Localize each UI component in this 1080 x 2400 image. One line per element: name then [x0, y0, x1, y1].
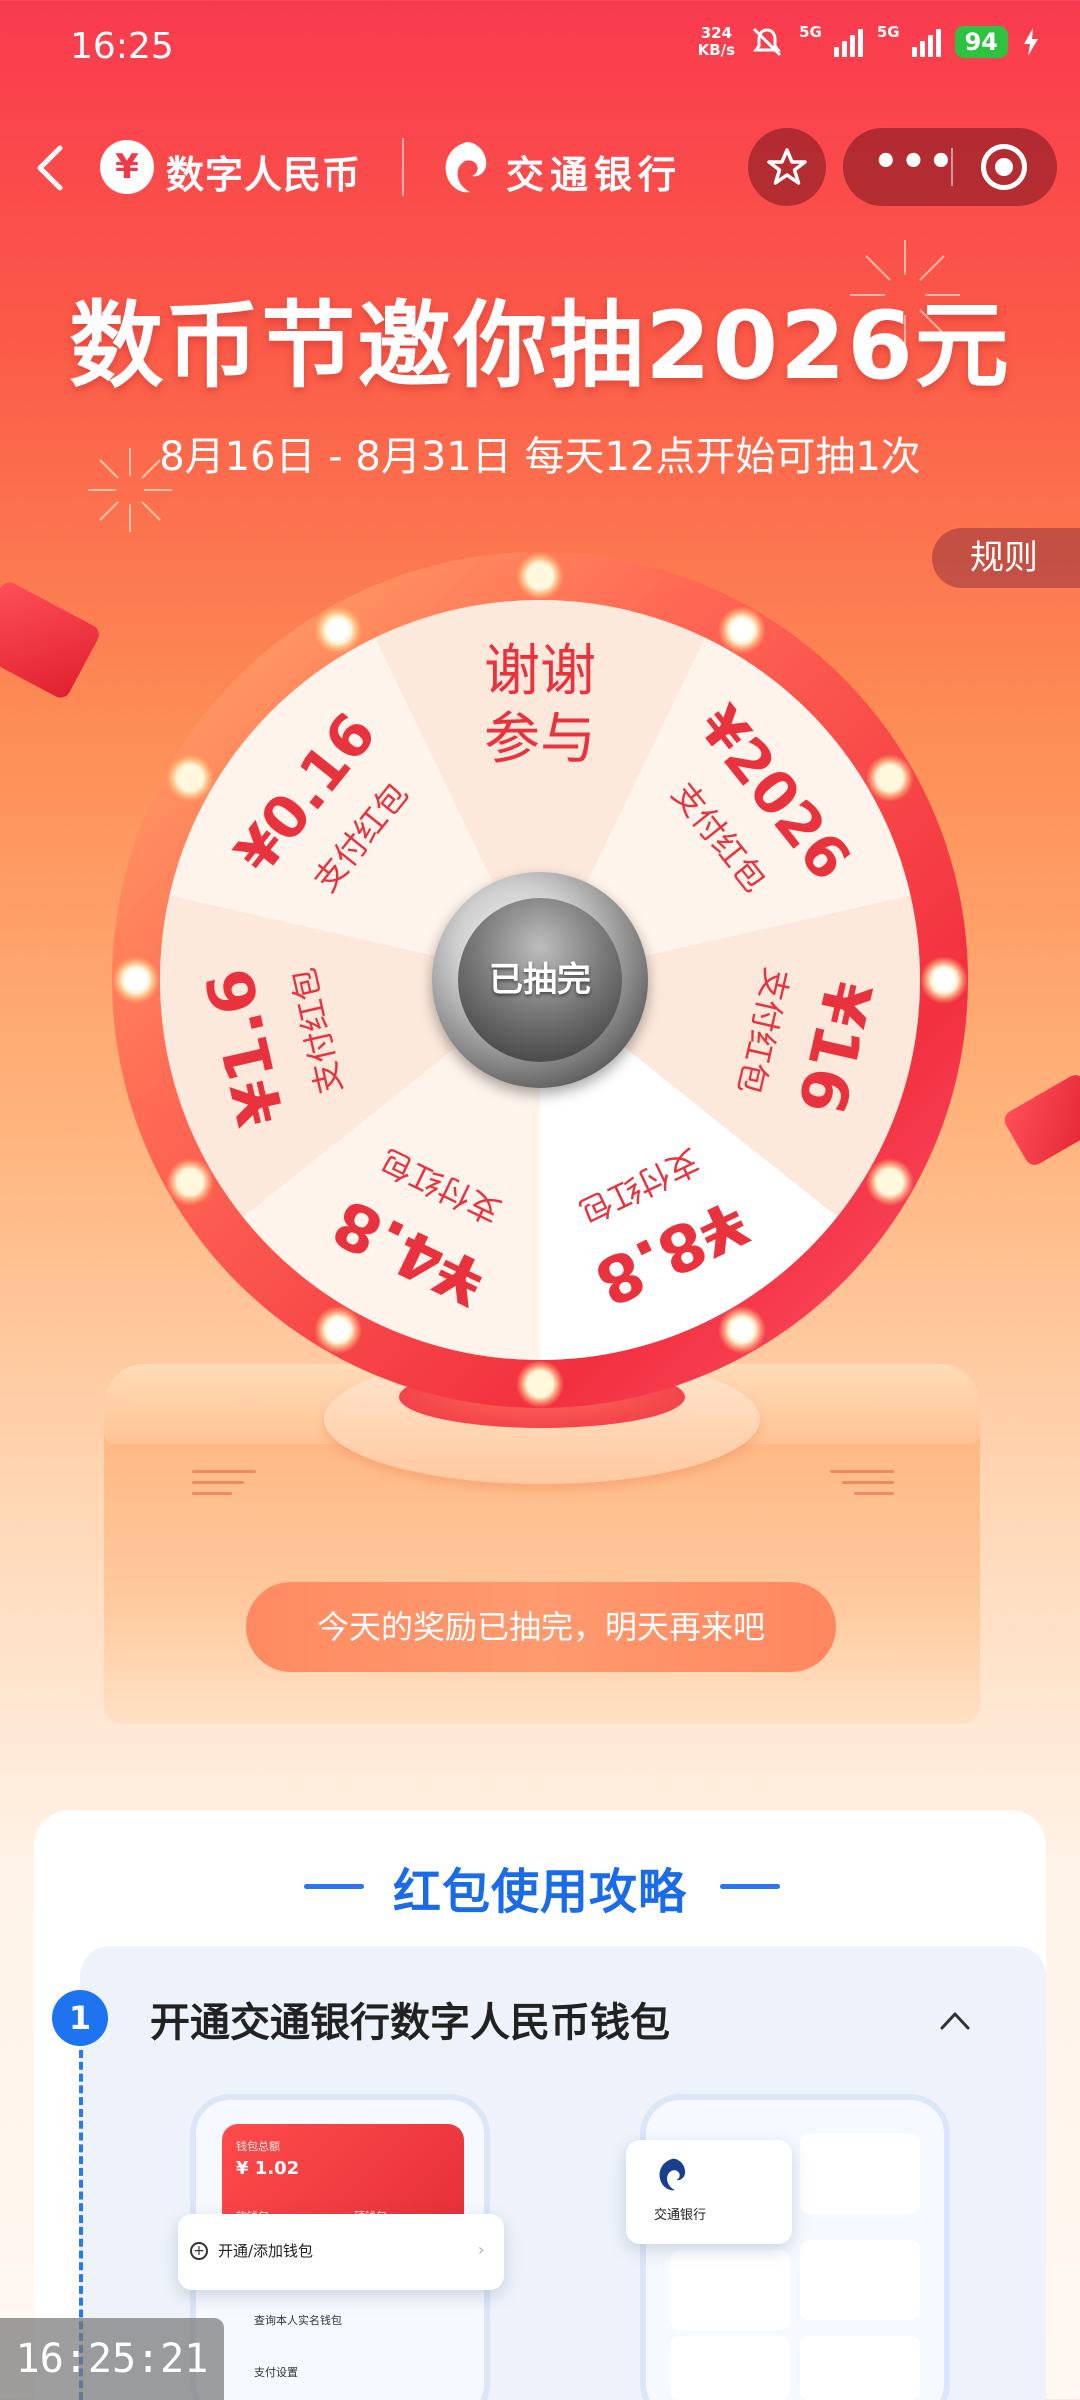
status-bar: 16:25 324 KB/s 5G 5G 94 [0, 0, 1080, 100]
mock-bank-tile [670, 2250, 790, 2330]
mock-pay-settings-row: 支付设置 [254, 2366, 298, 2379]
rim-bulb [878, 767, 901, 789]
chevron-right-icon: › [478, 2240, 485, 2259]
rim-bulb [529, 1373, 551, 1395]
mini-program-capsule: ••• [843, 128, 1057, 206]
step-title[interactable]: 开通交通银行数字人民币钱包 [150, 1990, 670, 2048]
chevron-up-icon[interactable] [938, 2004, 972, 2038]
draw-button-label: 已抽完 [489, 960, 591, 1000]
signal-icon-2 [911, 27, 941, 57]
more-icon[interactable]: ••• [873, 128, 954, 206]
rim-bulb [327, 1318, 349, 1341]
mock-bank-tile [800, 2240, 920, 2320]
prize-wheel: 谢谢 参与 ¥2026 支付红包 ¥16 支付红包 ¥8.8 支付红包 ¥4.8 支付红包 ¥1.6… [110, 550, 970, 1410]
mock-open-wallet-popup: + 开通/添加钱包 › [178, 2214, 504, 2290]
draw-status-message: 今天的奖励已抽完，明天再来吧 [246, 1582, 836, 1672]
nav-bar: ¥ 数字人民币 交通银行 ••• [0, 120, 1080, 215]
star-icon [767, 148, 807, 185]
rim-bulb [327, 619, 349, 642]
red-envelope-decoration [0, 578, 103, 702]
page-title: 数币节邀你抽2026元 [69, 292, 1011, 401]
rim-bulb [731, 1318, 753, 1341]
event-dates: 8月16日 - 8月31日 每天12点开始可抽1次 [159, 434, 921, 480]
back-icon[interactable] [30, 138, 70, 198]
charging-icon [1024, 28, 1038, 56]
bank-logo-icon [445, 142, 487, 193]
screen-record-timestamp: 16:25:21 [0, 2318, 224, 2400]
status-time: 16:25 [70, 26, 174, 67]
red-envelope-decoration-2 [1001, 1071, 1080, 1169]
pedestal-lines-left [192, 1470, 256, 1500]
thanks-label-top: 谢谢 [484, 639, 596, 704]
mock-bank-tile [800, 2336, 920, 2400]
rim-bulb [179, 1171, 202, 1193]
rim-bulb [878, 1171, 901, 1193]
mock-bank-card: 交通银行 [626, 2140, 792, 2244]
capsule-divider [951, 148, 953, 186]
mute-bell-icon [753, 27, 782, 57]
ecny-logo: ¥ [100, 140, 154, 194]
rim-bulb [179, 767, 202, 789]
title-deco-right [720, 1884, 780, 1889]
rim-bulb [933, 969, 955, 991]
draw-button[interactable]: 已抽完 [432, 872, 648, 1088]
step-number-badge: 1 [52, 1990, 108, 2046]
ecny-brand-name: 数字人民币 [166, 153, 362, 197]
favorite-button[interactable] [748, 128, 826, 206]
nav-divider [402, 138, 404, 196]
rim-bulb [125, 969, 147, 991]
mock-realname-row: 查询本人实名钱包 [254, 2314, 342, 2327]
pedestal-lines-right [830, 1470, 894, 1500]
bank-name: 交通银行 [506, 152, 683, 197]
guide-title: 红包使用攻略 [392, 1864, 687, 1920]
status-icons: 324 KB/s 5G 5G 94 [697, 23, 1040, 60]
close-target-icon[interactable] [981, 144, 1027, 190]
signal-icon [833, 27, 863, 57]
plus-circle-icon: + [190, 2242, 208, 2260]
battery-indicator: 94 [954, 26, 1008, 58]
thanks-label-bottom: 参与 [484, 707, 596, 772]
network-speed: 324 KB/s [697, 24, 736, 59]
rim-bulb [529, 565, 551, 587]
rim-bulb [731, 619, 753, 642]
mock-bank-tile [670, 2336, 790, 2400]
mock-bank-tile [800, 2134, 920, 2214]
bank-logo-small-icon [659, 2158, 686, 2191]
